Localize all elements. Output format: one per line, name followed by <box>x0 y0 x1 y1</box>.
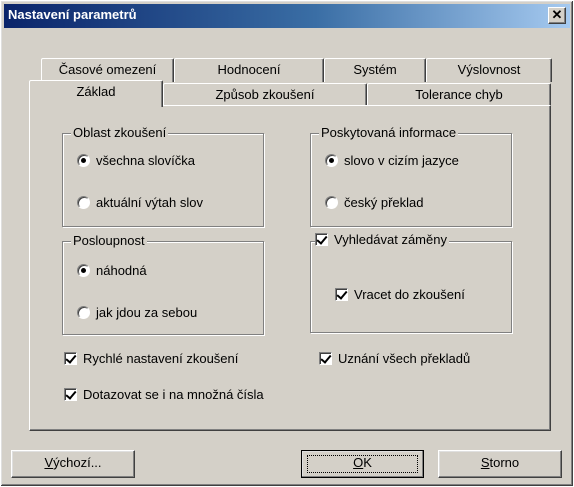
radio-aktualni-vytah[interactable]: aktuální výtah slov <box>77 196 203 212</box>
checkbox-label: Dotazovat se i na množná čísla <box>83 387 264 402</box>
storno-button[interactable]: Storno <box>438 450 562 478</box>
radio-nahodna[interactable]: náhodná <box>77 264 147 280</box>
checkbox-indicator[interactable] <box>64 352 77 365</box>
checkbox-label: Uznání všech překladů <box>338 351 471 366</box>
checkbox-rychle-nastaveni[interactable]: Rychlé nastavení zkoušení <box>64 352 238 368</box>
checkbox-label: Vyhledávat záměny <box>334 232 447 247</box>
checkbox-indicator[interactable] <box>64 388 77 401</box>
focus-rectangle <box>307 455 418 473</box>
radio-label: náhodná <box>96 263 147 278</box>
tab-vyslovnost[interactable]: Výslovnost <box>426 58 552 82</box>
radio-indicator[interactable] <box>77 306 90 319</box>
radio-indicator[interactable] <box>77 264 90 277</box>
tab-casove-omezeni[interactable]: Časové omezení <box>41 58 174 82</box>
title-bar[interactable]: Nastavení parametrů ✕ <box>4 4 570 28</box>
checkbox-vracet-do-zkouseni[interactable]: Vracet do zkoušení <box>335 288 465 304</box>
checkbox-uznani-vsech-prekladu[interactable]: Uznání všech překladů <box>319 352 470 368</box>
radio-label: aktuální výtah slov <box>96 195 203 210</box>
radio-label: všechna slovíčka <box>96 153 195 168</box>
tab-label: Tolerance chyb <box>415 87 503 102</box>
checkbox-vyhledavat-zameny[interactable]: Vyhledávat záměny <box>315 233 449 249</box>
tab-tolerance-chyb[interactable]: Tolerance chyb <box>367 83 551 107</box>
tab-label: Způsob zkoušení <box>215 87 315 102</box>
radio-indicator[interactable] <box>325 154 338 167</box>
button-mnemonic: V <box>44 455 54 470</box>
group-title: Poskytovaná informace <box>319 125 459 140</box>
checkbox-label: Vracet do zkoušení <box>354 287 465 302</box>
vychozi-button[interactable]: Výchozí... <box>11 450 135 478</box>
tab-label: Systém <box>353 62 397 77</box>
tab-label: Časové omezení <box>58 62 157 77</box>
checkbox-indicator[interactable] <box>315 233 328 246</box>
radio-label: jak jdou za sebou <box>96 305 198 320</box>
ok-button[interactable]: OK <box>301 450 424 478</box>
dialog-window: Nastavení parametrů ✕ Časové omezení Hod… <box>0 0 574 487</box>
radio-indicator[interactable] <box>325 196 338 209</box>
radio-indicator[interactable] <box>77 196 90 209</box>
radio-jak-jdou-za-sebou[interactable]: jak jdou za sebou <box>77 306 197 322</box>
tab-hodnoceni[interactable]: Hodnocení <box>174 58 324 82</box>
group-title: Posloupnost <box>71 233 147 248</box>
tab-label: Hodnocení <box>217 62 281 77</box>
tab-label: Výslovnost <box>457 62 521 77</box>
radio-vsechna-slovicka[interactable]: všechna slovíčka <box>77 154 195 170</box>
checkbox-dotazovat-mnozna-cisla[interactable]: Dotazovat se i na množná čísla <box>64 388 264 404</box>
radio-label: slovo v cizím jazyce <box>344 153 459 168</box>
group-title: Oblast zkoušení <box>71 125 169 140</box>
tab-zpusob-zkouseni[interactable]: Způsob zkoušení <box>163 83 367 107</box>
button-label: torno <box>489 455 520 470</box>
close-button[interactable]: ✕ <box>548 7 566 24</box>
tab-panel-zaklad: Oblast zkoušení všechna slovíčka aktuáln… <box>29 105 551 431</box>
group-posloupnost: Posloupnost náhodná jak jdou za sebou <box>62 233 264 335</box>
group-vyhledavat-zameny: Vyhledávat záměny Vracet do zkoušení <box>310 233 512 333</box>
radio-label: český překlad <box>344 195 424 210</box>
group-poskytovana-informace: Poskytovaná informace slovo v cizím jazy… <box>310 125 512 227</box>
tab-zaklad[interactable]: Základ <box>29 80 163 107</box>
tab-system[interactable]: Systém <box>324 58 426 82</box>
group-oblast-zkouseni: Oblast zkoušení všechna slovíčka aktuáln… <box>62 125 264 227</box>
button-label: ýchozí... <box>53 455 102 470</box>
tab-label: Základ <box>76 84 116 99</box>
checkbox-label: Rychlé nastavení zkoušení <box>83 351 239 366</box>
checkbox-indicator[interactable] <box>335 288 348 301</box>
close-icon: ✕ <box>551 7 563 22</box>
radio-cesky-preklad[interactable]: český překlad <box>325 196 423 212</box>
button-mnemonic: S <box>480 455 490 470</box>
window-title: Nastavení parametrů <box>8 7 137 22</box>
checkbox-indicator[interactable] <box>319 352 332 365</box>
radio-slovo-v-cizim-jazyce[interactable]: slovo v cizím jazyce <box>325 154 459 170</box>
radio-indicator[interactable] <box>77 154 90 167</box>
